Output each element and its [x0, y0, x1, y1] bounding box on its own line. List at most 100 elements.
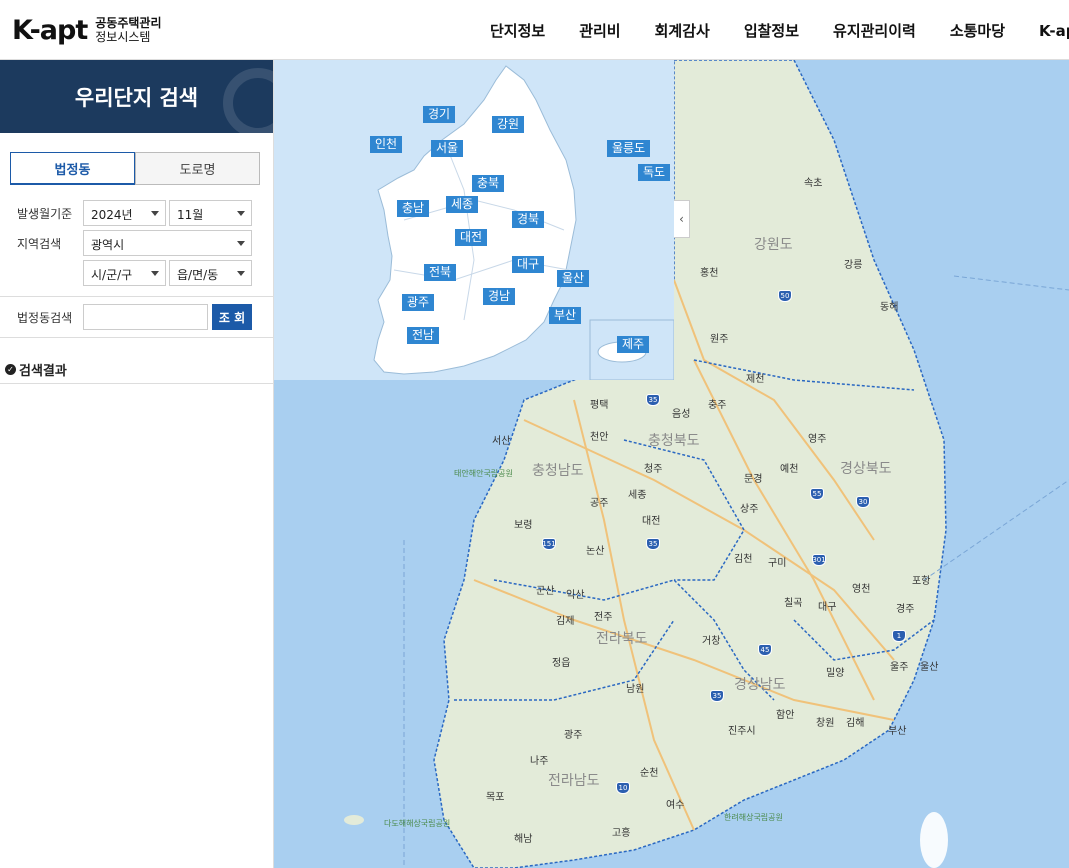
city-label: 보령 [514, 520, 533, 531]
subregion-row: 시/군/구 읍/면/동 [0, 260, 274, 286]
city-label: 대구 [818, 602, 837, 613]
nav-management-fee[interactable]: 관리비 [579, 20, 620, 41]
highway-shield: 30 [856, 496, 870, 508]
city-label: 함안 [776, 710, 795, 721]
region-selector-map: 경기 강원 인천 서울 울릉도 독도 충북 충남 세종 경북 대전 대구 전북 … [274, 60, 674, 380]
city-label: 영주 [808, 434, 827, 445]
region-gyeonggi[interactable]: 경기 [423, 106, 456, 123]
city-label: 충주 [708, 400, 727, 411]
region-chungnam[interactable]: 충남 [397, 200, 430, 217]
korea-outline-graphic [373, 65, 674, 380]
highway-shield: 35 [646, 394, 660, 406]
city-label: 김해 [846, 718, 865, 729]
city-label: 동해 [880, 302, 899, 313]
city-label: 해남 [514, 834, 533, 845]
region-dokdo[interactable]: 독도 [638, 164, 671, 181]
region-gyeongbuk[interactable]: 경북 [512, 211, 545, 228]
city-label: 대전 [642, 516, 661, 527]
dong-search-label: 법정동검색 [17, 311, 73, 325]
dong-select[interactable]: 읍/면/동 [169, 260, 252, 286]
nav-about[interactable]: K-apt소개 [1039, 20, 1069, 41]
city-label: 문경 [744, 474, 763, 485]
sigungu-select[interactable]: 시/군/구 [83, 260, 166, 286]
city-label: 김제 [556, 616, 575, 627]
city-label: 제천 [746, 374, 765, 385]
province-label: 전라북도 [596, 631, 648, 647]
caret-down-icon [151, 211, 159, 216]
city-label: 울산 [920, 662, 939, 673]
tab-legal-dong[interactable]: 법정동 [10, 152, 135, 185]
month-select-value: 11월 [177, 208, 204, 222]
city-label: 여수 [666, 800, 685, 811]
park-label: 한려해상국립공원 [724, 813, 783, 822]
city-label: 군산 [536, 586, 555, 597]
province-label: 충청북도 [648, 433, 700, 449]
city-label: 남원 [626, 684, 645, 695]
city-label: 순천 [640, 768, 659, 779]
caret-down-icon [237, 211, 245, 216]
nav-audit[interactable]: 회계감사 [655, 20, 710, 41]
dong-search-input[interactable] [83, 304, 208, 330]
city-label: 공주 [590, 498, 609, 509]
region-sejong[interactable]: 세종 [446, 196, 479, 213]
region-chungbuk[interactable]: 충북 [472, 175, 505, 192]
tab-road-name[interactable]: 도로명 [135, 152, 260, 185]
divider [0, 337, 274, 338]
city-label: 음성 [672, 409, 691, 420]
region-busan[interactable]: 부산 [549, 307, 582, 324]
city-label: 밀양 [826, 668, 845, 679]
region-daegu[interactable]: 대구 [512, 256, 545, 273]
year-select[interactable]: 2024년 [83, 200, 166, 226]
highway-shield: 1 [892, 630, 906, 642]
divider [0, 383, 274, 384]
highway-shield: 55 [810, 488, 824, 500]
region-gangwon[interactable]: 강원 [492, 116, 525, 133]
region-label: 지역검색 [17, 237, 62, 251]
city-label: 구미 [768, 558, 787, 569]
city-label: 서산 [492, 436, 511, 447]
year-select-value: 2024년 [91, 208, 133, 222]
city-label: 영천 [852, 584, 871, 595]
dong-select-value: 읍/면/동 [177, 268, 219, 282]
city-label: 부산 [888, 726, 907, 737]
search-button[interactable]: 조 회 [212, 304, 252, 330]
sidebar-title: 우리단지 검색 [74, 85, 199, 110]
divider [0, 296, 274, 297]
highway-shield: 35 [646, 538, 660, 550]
chevron-left-icon[interactable]: ‹ [674, 200, 690, 238]
city-label: 칠곡 [784, 598, 803, 609]
highway-shield: 50 [778, 290, 792, 302]
region-daejeon[interactable]: 대전 [455, 229, 488, 246]
sido-select[interactable]: 광역시 [83, 230, 252, 256]
nav-community[interactable]: 소통마당 [950, 20, 1005, 41]
sido-select-value: 광역시 [91, 238, 125, 252]
city-label: 포항 [912, 576, 931, 587]
nav-complex-info[interactable]: 단지정보 [490, 20, 545, 41]
region-ulsan[interactable]: 울산 [557, 270, 590, 287]
city-label: 상주 [740, 504, 759, 515]
highway-shield: 45 [758, 644, 772, 656]
province-label: 경상북도 [840, 461, 892, 477]
k-apt-logo[interactable]: K-apt 공동주택관리 정보시스템 [12, 13, 162, 47]
nav-bid[interactable]: 입찰정보 [744, 20, 799, 41]
header-decoration-icon [223, 68, 273, 133]
region-gyeongnam[interactable]: 경남 [483, 288, 516, 305]
region-jeju[interactable]: 제주 [617, 336, 650, 353]
region-jeonnam[interactable]: 전남 [407, 327, 440, 344]
city-label: 창원 [816, 718, 835, 729]
city-label: 예천 [780, 464, 799, 475]
region-incheon[interactable]: 인천 [370, 136, 403, 153]
region-seoul[interactable]: 서울 [431, 140, 464, 157]
highway-shield: 301 [812, 554, 826, 566]
region-jeonbuk[interactable]: 전북 [424, 264, 457, 281]
region-ulleungdo[interactable]: 울릉도 [607, 140, 651, 157]
city-label: 논산 [586, 546, 605, 557]
city-label: 김천 [734, 554, 753, 565]
month-select[interactable]: 11월 [169, 200, 252, 226]
city-label: 속초 [804, 178, 823, 189]
region-row: 지역검색 광역시 [0, 230, 274, 256]
region-gwangju[interactable]: 광주 [402, 294, 435, 311]
result-title: 검색결과 [19, 364, 67, 379]
city-label: 나주 [530, 756, 549, 767]
nav-maintenance[interactable]: 유지관리이력 [833, 20, 916, 41]
